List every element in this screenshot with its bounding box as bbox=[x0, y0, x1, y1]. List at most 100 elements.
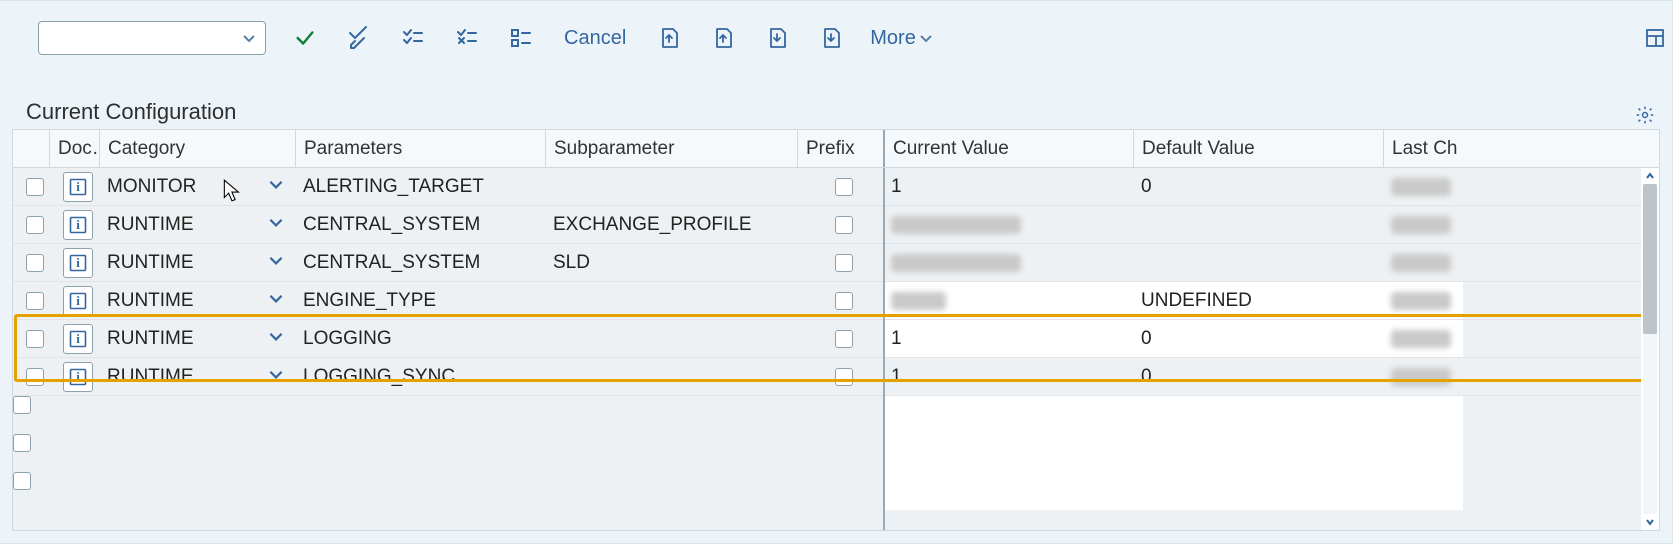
row-select-checkbox[interactable] bbox=[13, 396, 31, 414]
svg-text:i: i bbox=[76, 331, 80, 346]
table-row[interactable]: iRUNTIMELOGGING_SYNC10 bbox=[13, 358, 1659, 396]
more-button[interactable]: More bbox=[870, 21, 934, 55]
table-body: iMONITORALERTING_TARGET10iRUNTIMECENTRAL… bbox=[13, 168, 1659, 530]
category-value: RUNTIME bbox=[107, 366, 194, 388]
scroll-down-button[interactable] bbox=[1641, 514, 1659, 530]
table-empty-row bbox=[13, 434, 1659, 472]
parameters-value: CENTRAL_SYSTEM bbox=[303, 252, 480, 274]
select-block-button[interactable] bbox=[506, 21, 536, 55]
list-uncheck-icon bbox=[455, 26, 479, 50]
doc-info-button[interactable]: i bbox=[63, 362, 93, 392]
export-1-button[interactable] bbox=[654, 21, 684, 55]
subparameter-value: EXCHANGE_PROFILE bbox=[553, 214, 752, 236]
chevron-down-icon[interactable] bbox=[267, 327, 285, 351]
toolbar: Cancel More bbox=[38, 18, 1662, 58]
chevron-down-icon bbox=[918, 30, 934, 46]
column-separator bbox=[883, 168, 885, 530]
svg-text:i: i bbox=[76, 179, 80, 194]
col-subparameter[interactable]: Subparameter bbox=[545, 130, 797, 167]
doc-info-button[interactable]: i bbox=[63, 248, 93, 278]
row-select-checkbox[interactable] bbox=[26, 254, 44, 272]
default-value: 0 bbox=[1141, 176, 1152, 198]
export-2-button[interactable] bbox=[708, 21, 738, 55]
deselect-all-button[interactable] bbox=[452, 21, 482, 55]
table-row[interactable]: iMONITORALERTING_TARGET10 bbox=[13, 168, 1659, 206]
chevron-down-icon[interactable] bbox=[267, 365, 285, 389]
doc-info-button[interactable]: i bbox=[63, 172, 93, 202]
subparameter-value: SLD bbox=[553, 252, 590, 274]
prefix-checkbox[interactable] bbox=[835, 368, 853, 386]
doc-info-button[interactable]: i bbox=[63, 286, 93, 316]
row-select-checkbox[interactable] bbox=[26, 178, 44, 196]
current-value: 1 bbox=[891, 176, 902, 198]
import-1-button[interactable] bbox=[762, 21, 792, 55]
col-prefix[interactable]: Prefix bbox=[797, 130, 883, 167]
prefix-checkbox[interactable] bbox=[835, 178, 853, 196]
last-ch-obscured bbox=[1391, 254, 1451, 272]
check-icon bbox=[294, 27, 316, 49]
row-select-checkbox[interactable] bbox=[13, 434, 31, 452]
prefix-checkbox[interactable] bbox=[835, 292, 853, 310]
doc-info-button[interactable]: i bbox=[63, 210, 93, 240]
customize-toolbar-button[interactable] bbox=[1644, 27, 1666, 49]
list-block-icon bbox=[509, 26, 533, 50]
config-table: Doc… Category Parameters Subparameter Pr… bbox=[12, 129, 1660, 531]
col-current-value[interactable]: Current Value bbox=[883, 130, 1133, 167]
chevron-down-icon[interactable] bbox=[267, 289, 285, 313]
chevron-down-icon bbox=[241, 30, 257, 46]
settings-button[interactable] bbox=[1631, 101, 1659, 129]
col-category[interactable]: Category bbox=[99, 130, 295, 167]
scroll-up-button[interactable] bbox=[1641, 168, 1659, 184]
default-value: 0 bbox=[1141, 366, 1152, 388]
import-2-button[interactable] bbox=[816, 21, 846, 55]
current-value-obscured bbox=[891, 254, 1021, 272]
list-check-icon bbox=[401, 26, 425, 50]
chevron-down-icon[interactable] bbox=[267, 213, 285, 237]
chevron-down-icon[interactable] bbox=[267, 251, 285, 275]
row-select-checkbox[interactable] bbox=[13, 472, 31, 490]
current-value: 1 bbox=[891, 328, 902, 350]
table-empty-row bbox=[13, 472, 1659, 510]
row-select-checkbox[interactable] bbox=[26, 216, 44, 234]
layout-icon bbox=[1644, 27, 1666, 49]
scroll-thumb[interactable] bbox=[1643, 184, 1657, 334]
prefix-checkbox[interactable] bbox=[835, 330, 853, 348]
svg-text:i: i bbox=[76, 255, 80, 270]
category-value: RUNTIME bbox=[107, 290, 194, 312]
cancel-button[interactable]: Cancel bbox=[560, 21, 630, 55]
command-combo[interactable] bbox=[38, 21, 266, 55]
col-parameters[interactable]: Parameters bbox=[295, 130, 545, 167]
last-ch-obscured bbox=[1391, 368, 1451, 386]
prefix-checkbox[interactable] bbox=[835, 216, 853, 234]
chevron-down-icon[interactable] bbox=[267, 175, 285, 199]
col-doc[interactable]: Doc… bbox=[49, 130, 99, 167]
row-select-checkbox[interactable] bbox=[26, 292, 44, 310]
vertical-scrollbar[interactable] bbox=[1641, 168, 1659, 530]
category-value: RUNTIME bbox=[107, 328, 194, 350]
table-row[interactable]: iRUNTIMELOGGING10 bbox=[13, 320, 1659, 358]
parameters-value: ALERTING_TARGET bbox=[303, 176, 484, 198]
accept-button[interactable] bbox=[290, 21, 320, 55]
row-select-checkbox[interactable] bbox=[26, 368, 44, 386]
cancel-label: Cancel bbox=[564, 27, 626, 50]
parameters-value: CENTRAL_SYSTEM bbox=[303, 214, 480, 236]
col-sel bbox=[13, 130, 49, 167]
prefix-checkbox[interactable] bbox=[835, 254, 853, 272]
table-row[interactable]: i RUNTIME CENTRAL_SYSTEM SLD bbox=[13, 244, 1659, 282]
category-value: RUNTIME bbox=[107, 252, 194, 274]
col-default-value[interactable]: Default Value bbox=[1133, 130, 1383, 167]
table-row[interactable]: iRUNTIMEENGINE_TYPEUNDEFINED bbox=[13, 282, 1659, 320]
doc-info-button[interactable]: i bbox=[63, 324, 93, 354]
category-value: RUNTIME bbox=[107, 214, 194, 236]
current-value: 1 bbox=[891, 366, 902, 388]
section-title: Current Configuration bbox=[26, 99, 236, 125]
edit-button[interactable] bbox=[344, 21, 374, 55]
table-row[interactable]: i RUNTIME CENTRAL_SYSTEM EXCHANGE_PROFILE bbox=[13, 206, 1659, 244]
col-last-ch[interactable]: Last Ch bbox=[1383, 130, 1463, 167]
page-down-icon bbox=[765, 26, 789, 50]
page-up-icon bbox=[657, 26, 681, 50]
select-all-button[interactable] bbox=[398, 21, 428, 55]
last-ch-obscured bbox=[1391, 292, 1451, 310]
page-up-alt-icon bbox=[711, 26, 735, 50]
row-select-checkbox[interactable] bbox=[26, 330, 44, 348]
